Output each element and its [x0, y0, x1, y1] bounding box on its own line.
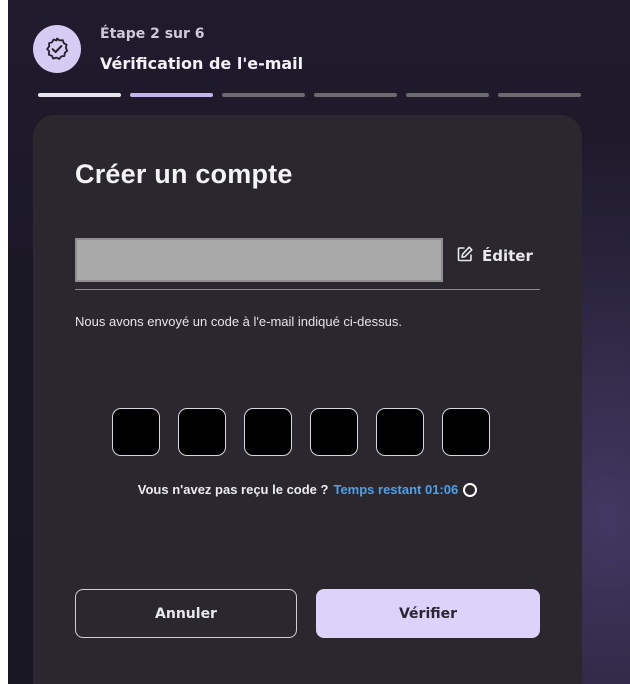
step-progress-bar [38, 93, 581, 97]
otp-digit-input[interactable] [178, 408, 226, 456]
otp-digit-input[interactable] [376, 408, 424, 456]
otp-digit-input[interactable] [112, 408, 160, 456]
resend-question: Vous n'avez pas reçu le code ? [137, 482, 329, 497]
resend-row: Vous n'avez pas reçu le code ? Temps res… [33, 482, 582, 497]
divider [75, 289, 540, 290]
step-title: Vérification de l'e-mail [100, 54, 304, 73]
countdown-timer: Temps restant 01:06 [333, 482, 459, 497]
progress-segment [498, 93, 581, 97]
email-field-redacted [75, 238, 443, 282]
progress-segment [130, 93, 213, 97]
edit-email-button[interactable]: Éditer [456, 243, 533, 269]
cancel-button[interactable]: Annuler [75, 589, 297, 638]
progress-segment [38, 93, 121, 97]
verify-button[interactable]: Vérifier [316, 589, 540, 638]
app-frame: Étape 2 sur 6 Vérification de l'e-mail C… [8, 0, 630, 684]
loading-spinner-icon [463, 482, 478, 497]
edit-icon [456, 245, 474, 267]
step-counter: Étape 2 sur 6 [100, 26, 205, 42]
progress-segment [222, 93, 305, 97]
create-account-card: Créer un compte Éditer Nous avons envoyé… [33, 115, 582, 684]
otp-code-input [112, 408, 490, 456]
progress-segment [406, 93, 489, 97]
edit-label: Éditer [482, 247, 533, 265]
code-sent-message: Nous avons envoyé un code à l'e-mail ind… [75, 314, 402, 329]
otp-digit-input[interactable] [442, 408, 490, 456]
page-title: Créer un compte [75, 159, 293, 189]
otp-digit-input[interactable] [244, 408, 292, 456]
progress-segment [314, 93, 397, 97]
step-header: Étape 2 sur 6 Vérification de l'e-mail [8, 0, 630, 100]
check-badge-icon [33, 25, 81, 73]
otp-digit-input[interactable] [310, 408, 358, 456]
